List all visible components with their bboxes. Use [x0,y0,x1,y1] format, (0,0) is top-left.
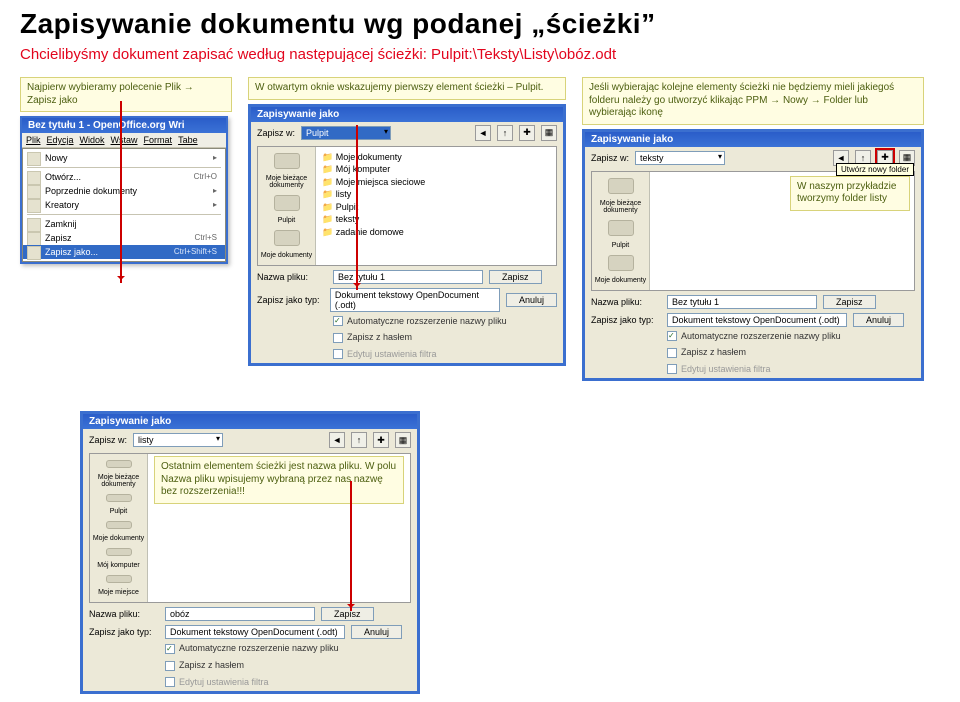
savein-label: Zapisz w: [89,435,127,445]
menu-format[interactable]: Format [144,135,173,145]
red-arrow-2 [356,125,358,290]
writer-menubar: Plik Edycja Widok Wstaw Format Tabe [22,133,226,148]
cancel-button-2[interactable]: Anuluj [853,313,904,327]
caption-step4: W naszym przykładzie tworzymy folder lis… [790,176,910,211]
newfolder-icon[interactable]: ✚ [373,432,389,448]
place-network-icon[interactable] [106,575,132,583]
chk-password-3[interactable] [165,661,175,671]
filetype-combo-1[interactable]: Dokument tekstowy OpenDocument (.odt) [330,288,500,312]
menu-edycja[interactable]: Edycja [47,135,74,145]
filename-input-3[interactable]: obóz [165,607,315,621]
places-bar-1: Moje bieżące dokumenty Pulpit Moje dokum… [258,147,316,265]
caption-step1: Najpierw wybieramy polecenie Plik → Zapi… [20,77,232,112]
savein-combo-3[interactable]: listy [133,433,223,447]
page-subtitle: Chcielibyśmy dokument zapisać według nas… [20,46,940,63]
places-bar-2: Moje bieżące dokumenty Pulpit Moje dokum… [592,172,650,290]
red-arrow-1 [120,101,122,283]
save-dialog-3: Zapisywanie jako Zapisz w: listy ◄ ↑ ✚ ▦… [80,411,420,694]
file-menu-dropdown: Nowy▸ Otwórz...Ctrl+O Poprzednie dokumen… [22,148,226,262]
filetype-combo-3[interactable]: Dokument tekstowy OpenDocument (.odt) [165,625,345,639]
place-recent-icon[interactable] [106,460,132,468]
place-desktop-icon[interactable] [106,494,132,502]
caption-step2: W otwartym oknie wskazujemy pierwszy ele… [248,77,566,100]
place-docs-icon[interactable] [106,521,132,529]
place-docs-icon[interactable] [274,230,300,246]
chk-autoext-1[interactable] [333,316,343,326]
filename-label: Nazwa pliku: [89,609,159,619]
save-dialog-1: Zapisywanie jako Zapisz w: Pulpit ◄ ↑ ✚ … [248,104,566,367]
filetype-label: Zapisz jako typ: [89,627,159,637]
menu-wstaw[interactable]: Wstaw [111,135,138,145]
mi-zapisz-jako[interactable]: Zapisz jako...Ctrl+Shift+S [23,245,225,259]
filetype-label: Zapisz jako typ: [591,315,661,325]
save-button-1[interactable]: Zapisz [489,270,542,284]
chk-filter-3 [165,677,175,687]
chk-autoext-3[interactable] [165,644,175,654]
filename-label: Nazwa pliku: [591,297,661,307]
chk-autoext-2[interactable] [667,331,677,341]
dialog-titlebar-2: Zapisywanie jako [585,132,921,147]
savein-combo-1[interactable]: Pulpit [301,126,391,140]
up-icon[interactable]: ↑ [351,432,367,448]
filetype-combo-2[interactable]: Dokument tekstowy OpenDocument (.odt) [667,313,847,327]
mi-kreatory[interactable]: Kreatory▸ [23,198,225,212]
caption-step5: Ostatnim elementem ścieżki jest nazwa pl… [154,456,404,504]
chk-password-2[interactable] [667,348,677,358]
dialog-titlebar-1: Zapisywanie jako [251,107,563,122]
cancel-button-3[interactable]: Anuluj [351,625,402,639]
save-button-2[interactable]: Zapisz [823,295,876,309]
dialog-titlebar-3: Zapisywanie jako [83,414,417,429]
savein-label: Zapisz w: [591,153,629,163]
file-pane-2[interactable]: W naszym przykładzie tworzymy folder lis… [650,172,914,290]
place-docs-icon[interactable] [608,255,634,271]
savein-combo-2[interactable]: teksty [635,151,725,165]
newfolder-icon[interactable]: ✚ [519,125,535,141]
menu-tabela[interactable]: Tabe [178,135,198,145]
place-desktop-icon[interactable] [274,195,300,211]
views-icon[interactable]: ▦ [541,125,557,141]
cancel-button-1[interactable]: Anuluj [506,293,557,307]
place-recent-icon[interactable] [608,178,634,194]
chk-password-1[interactable] [333,333,343,343]
places-bar-3: Moje bieżące dokumenty Pulpit Moje dokum… [90,454,148,602]
chk-filter-1 [333,349,343,359]
page-title: Zapisywanie dokumentu wg podanej „ścieżk… [20,8,940,40]
file-list-1[interactable]: Moje dokumenty Mój komputer Moje miejsca… [316,147,556,265]
back-icon[interactable]: ◄ [475,125,491,141]
back-icon[interactable]: ◄ [329,432,345,448]
mi-zamknij[interactable]: Zamknij [23,217,225,231]
mi-nowy[interactable]: Nowy▸ [23,151,225,165]
place-desktop-icon[interactable] [608,220,634,236]
writer-titlebar: Bez tytułu 1 - OpenOffice.org Wri [22,118,226,133]
mi-otworz[interactable]: Otwórz...Ctrl+O [23,170,225,184]
filename-label: Nazwa pliku: [257,272,327,282]
writer-window: Bez tytułu 1 - OpenOffice.org Wri Plik E… [20,116,228,264]
file-pane-3[interactable]: Ostatnim elementem ścieżki jest nazwa pl… [148,454,410,602]
filename-input-2[interactable]: Bez tytułu 1 [667,295,817,309]
place-computer-icon[interactable] [106,548,132,556]
mi-poprzednie[interactable]: Poprzednie dokumenty▸ [23,184,225,198]
red-arrow-3 [350,481,352,611]
filetype-label: Zapisz jako typ: [257,295,324,305]
caption-step3: Jeśli wybierając kolejne elementy ścieżk… [582,77,924,125]
save-dialog-2: Zapisywanie jako Zapisz w: teksty ◄ ↑ ✚ … [582,129,924,382]
up-icon[interactable]: ↑ [497,125,513,141]
chk-filter-2 [667,364,677,374]
place-recent-icon[interactable] [274,153,300,169]
mi-zapisz[interactable]: ZapiszCtrl+S [23,231,225,245]
savein-label: Zapisz w: [257,128,295,138]
menu-plik[interactable]: Plik [26,135,41,145]
views-icon[interactable]: ▦ [395,432,411,448]
menu-widok[interactable]: Widok [80,135,105,145]
